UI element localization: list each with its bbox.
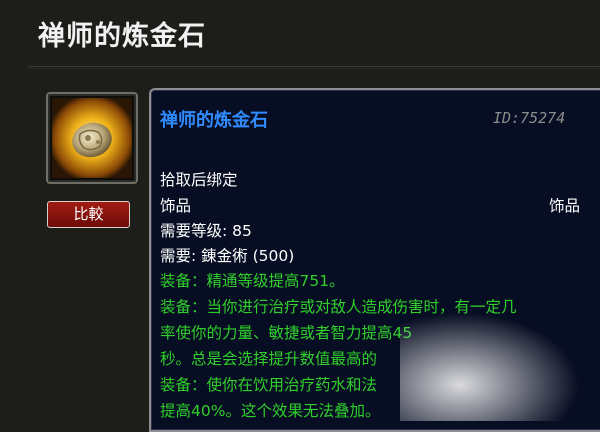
effect-line: 提高40%。这个效果无法叠加。 [160,402,381,420]
compare-button[interactable]: 比較 [47,201,130,228]
effect-line: 装备：精通等级提高751。 [160,272,345,290]
effect-line: 装备：使你在饮用治疗药水和法 [160,376,378,394]
title-divider [28,66,600,67]
effect-line: 率使你的力量、敏捷或者智力提高45 [160,324,413,342]
item-name[interactable]: 禅师的炼金石 [160,106,268,132]
item-icon-frame[interactable] [46,92,138,184]
binding-text: 拾取后绑定 [160,171,238,189]
skill-requirement: 需要: 錬金術 (500) [160,247,295,265]
item-id: ID:75274 [493,109,566,127]
level-requirement: 需要等级: 85 [160,222,252,240]
effect-line: 装备：当你进行治疗或对敌人造成伤害时，有一定几 [160,298,517,316]
alchemist-stone-icon [52,98,132,178]
effect-line: 秒。总是会选择提升数值最高的 [160,350,378,368]
slot-text: 饰品 [160,197,192,215]
item-type-text: 饰品 [549,197,581,215]
title-divider-shadow [28,68,600,69]
page-title: 禅师的炼金石 [38,21,206,52]
